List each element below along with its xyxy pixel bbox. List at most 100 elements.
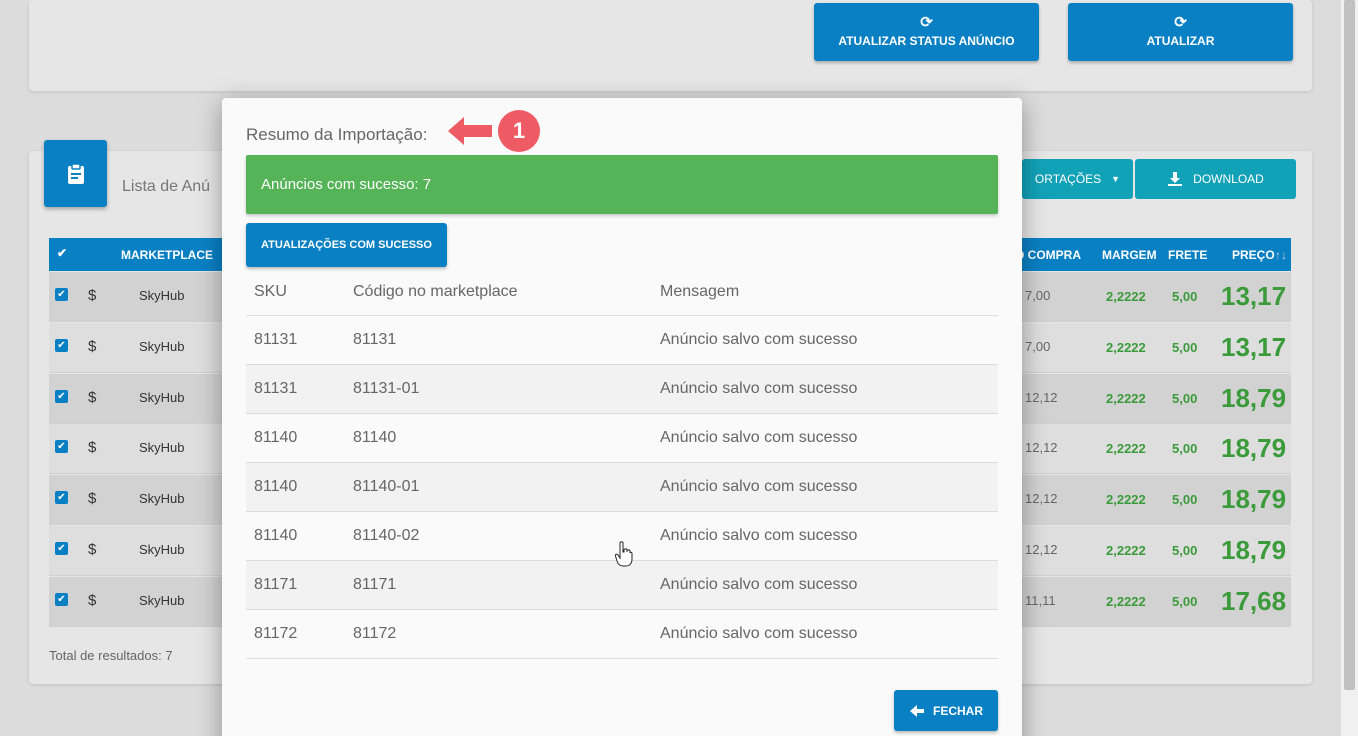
annotation-badge: 1 — [498, 110, 540, 152]
importations-label: ORTAÇÕES — [1034, 172, 1102, 186]
cell-compra: 12,12 — [1025, 491, 1058, 507]
cell-marketplace: SkyHub — [139, 440, 185, 456]
dollar-icon[interactable]: $ — [88, 541, 96, 558]
row-checkbox[interactable]: ✔ — [55, 288, 68, 301]
cell-frete: 5,00 — [1172, 593, 1198, 609]
table-row: 81131 81131-01 Anúncio salvo com sucesso — [246, 365, 998, 414]
cell-sku: 81131 — [254, 380, 298, 397]
col-margem[interactable]: MARGEM — [1102, 248, 1157, 262]
cell-code: 81171 — [353, 576, 397, 593]
cell-preco: 18,79 — [1221, 535, 1287, 565]
cell-margem: 2,2222 — [1106, 289, 1146, 304]
cell-message: Anúncio salvo com sucesso — [660, 527, 858, 544]
col-code: Código no marketplace — [353, 283, 518, 300]
select-all-checkbox[interactable]: ✔ — [57, 246, 67, 260]
cell-marketplace: SkyHub — [139, 389, 185, 405]
cell-preco: 18,79 — [1221, 484, 1287, 515]
row-checkbox[interactable]: ✔ — [55, 389, 68, 403]
cell-code: 81131-01 — [353, 380, 420, 397]
cell-message: Anúncio salvo com sucesso — [660, 429, 858, 446]
cell-compra: 7,00 — [1025, 338, 1051, 354]
cell-frete: 5,00 — [1172, 339, 1198, 355]
cell-message: Anúncio salvo com sucesso — [660, 625, 858, 642]
cell-code: 81140-02 — [353, 527, 420, 544]
row-checkbox[interactable]: ✔ — [55, 491, 68, 505]
cell-margem: 2,2222 — [1106, 593, 1146, 609]
table-row: 81172 81172 Anúncio salvo com sucesso — [246, 610, 998, 659]
col-compra[interactable]: O COMPRA — [1015, 248, 1081, 262]
cell-preco: 17,68 — [1221, 585, 1287, 616]
update-status-button[interactable]: ⟳ ATUALIZAR STATUS ANÚNCIO — [814, 3, 1039, 61]
cell-message: Anúncio salvo com sucesso — [660, 380, 858, 397]
results-rows: 81131 81131 Anúncio salvo com sucesso 81131… — [246, 316, 998, 659]
cell-margem: 2,2222 — [1106, 339, 1146, 355]
cell-sku: 81172 — [254, 625, 298, 642]
import-results-table: SKU Código no marketplace Mensagem 81131… — [246, 268, 998, 659]
cell-sku: 81140 — [254, 478, 298, 495]
dollar-icon[interactable]: $ — [88, 338, 96, 355]
arrow-left-icon — [910, 704, 924, 717]
update-label: ATUALIZAR — [1146, 34, 1215, 48]
update-button[interactable]: ⟳ ATUALIZAR — [1068, 3, 1293, 61]
cell-compra: 12,12 — [1025, 542, 1058, 557]
dollar-icon[interactable]: $ — [88, 389, 96, 406]
col-marketplace[interactable]: MARKETPLACE — [121, 248, 213, 262]
cell-margem: 2,2222 — [1106, 492, 1146, 508]
cell-sku: 81131 — [254, 331, 298, 348]
cell-marketplace: SkyHub — [139, 288, 185, 303]
cell-code: 81172 — [353, 625, 397, 642]
cell-frete: 5,00 — [1172, 492, 1198, 508]
dollar-icon[interactable]: $ — [88, 592, 96, 609]
table-row: 81171 81171 Anúncio salvo com sucesso — [246, 561, 998, 610]
col-frete[interactable]: FRETE — [1168, 248, 1207, 262]
cell-message: Anúncio salvo com sucesso — [660, 478, 858, 495]
row-checkbox[interactable]: ✔ — [55, 338, 68, 352]
row-checkbox[interactable]: ✔ — [55, 440, 68, 454]
row-checkbox[interactable]: ✔ — [55, 592, 68, 606]
cell-sku: 81171 — [254, 576, 298, 593]
cell-frete: 5,00 — [1172, 441, 1198, 457]
table-row: 81140 81140 Anúncio salvo com sucesso — [246, 414, 998, 463]
modal-title: Resumo da Importação: — [246, 125, 428, 144]
cell-preco: 18,79 — [1221, 382, 1287, 413]
dollar-icon[interactable]: $ — [88, 490, 96, 507]
scrollbar-thumb[interactable] — [1344, 0, 1355, 690]
col-message: Mensagem — [660, 283, 740, 300]
cell-marketplace: SkyHub — [139, 592, 185, 608]
list-title: Lista de Anú — [122, 178, 211, 195]
cell-margem: 2,2222 — [1106, 390, 1146, 406]
col-sku: SKU — [254, 283, 287, 300]
cell-preco: 18,79 — [1221, 433, 1287, 464]
refresh-icon: ⟳ — [920, 14, 933, 31]
cell-preco: 13,17 — [1221, 281, 1287, 311]
cell-code: 81131 — [353, 331, 397, 348]
success-alert: Anúncios com sucesso: 7 — [246, 155, 998, 214]
results-table-header: SKU Código no marketplace Mensagem — [246, 268, 998, 316]
cell-code: 81140 — [353, 429, 397, 446]
cell-code: 81140-01 — [353, 478, 420, 495]
successful-updates-button[interactable]: ATUALIZAÇÕES COM SUCESSO — [246, 223, 447, 267]
cell-sku: 81140 — [254, 429, 298, 446]
cell-frete: 5,00 — [1172, 289, 1198, 304]
close-button[interactable]: FECHAR — [894, 690, 998, 731]
sort-icon[interactable]: ↑↓ — [1275, 248, 1287, 262]
total-results: Total de resultados: 7 — [49, 648, 173, 663]
cell-sku: 81140 — [254, 527, 298, 544]
dollar-icon[interactable]: $ — [88, 439, 96, 456]
download-button[interactable]: DOWNLOAD — [1135, 159, 1296, 199]
download-label: DOWNLOAD — [1193, 172, 1264, 186]
dollar-icon[interactable]: $ — [88, 287, 96, 304]
col-preco[interactable]: PREÇO — [1232, 248, 1275, 262]
caret-down-icon: ▼ — [1111, 174, 1121, 184]
cell-message: Anúncio salvo com sucesso — [660, 576, 858, 593]
import-summary-modal: Resumo da Importação: 1 Anúncios com suc… — [222, 98, 1022, 736]
cell-compra: 12,12 — [1025, 389, 1058, 405]
cell-frete: 5,00 — [1172, 543, 1198, 558]
importations-dropdown-button[interactable]: ORTAÇÕES ▼ — [1022, 159, 1133, 199]
cell-message: Anúncio salvo com sucesso — [660, 331, 858, 348]
download-icon — [1168, 172, 1183, 186]
cell-frete: 5,00 — [1172, 390, 1198, 406]
row-checkbox[interactable]: ✔ — [55, 542, 68, 555]
cell-compra: 7,00 — [1025, 288, 1051, 303]
close-label: FECHAR — [933, 703, 983, 718]
